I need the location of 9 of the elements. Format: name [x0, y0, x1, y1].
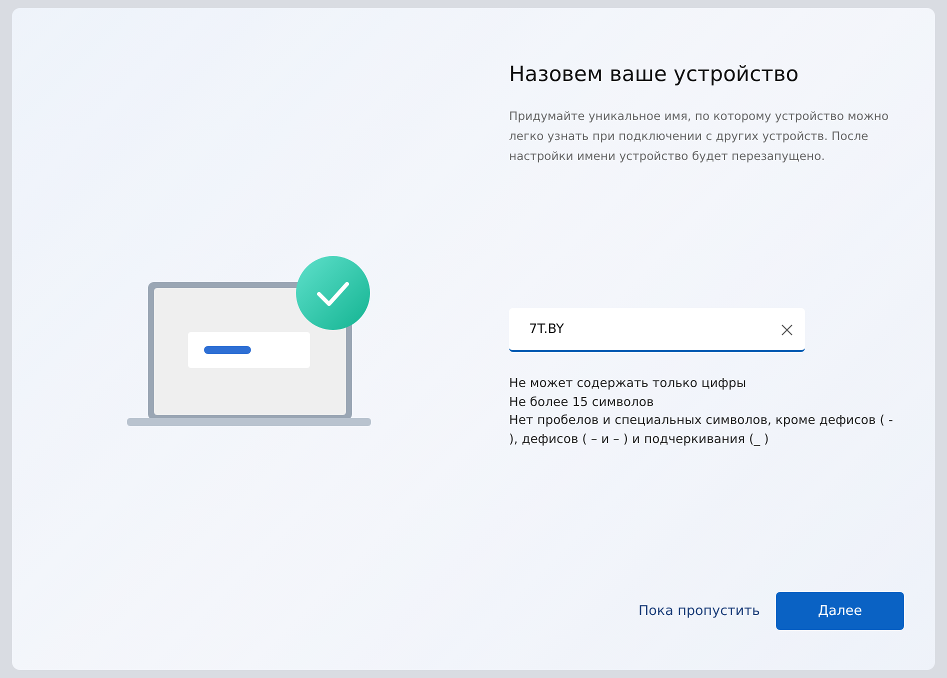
next-button[interactable]: Далее [776, 592, 904, 630]
rule-text: Не может содержать только цифры [509, 374, 748, 392]
device-name-field[interactable]: 7T.BY [509, 308, 805, 352]
rule-text: Не более 15 символов [509, 392, 655, 410]
skip-link[interactable]: Пока пропустить [638, 595, 760, 627]
rule-text: Нет пробелов и специальных символов, кроме дефисов ( - ), дефисов ( – и – ) и подчеркивания (_ ) [509, 411, 894, 448]
page-title: Назовем ваше устройство [509, 62, 800, 86]
close-icon[interactable] [779, 322, 795, 338]
description-text: Придумайте уникальное имя, по которому устройство можно легко узнать при подключении с других устройств. После настройки имени устройство будет перезапущено. [509, 108, 890, 165]
